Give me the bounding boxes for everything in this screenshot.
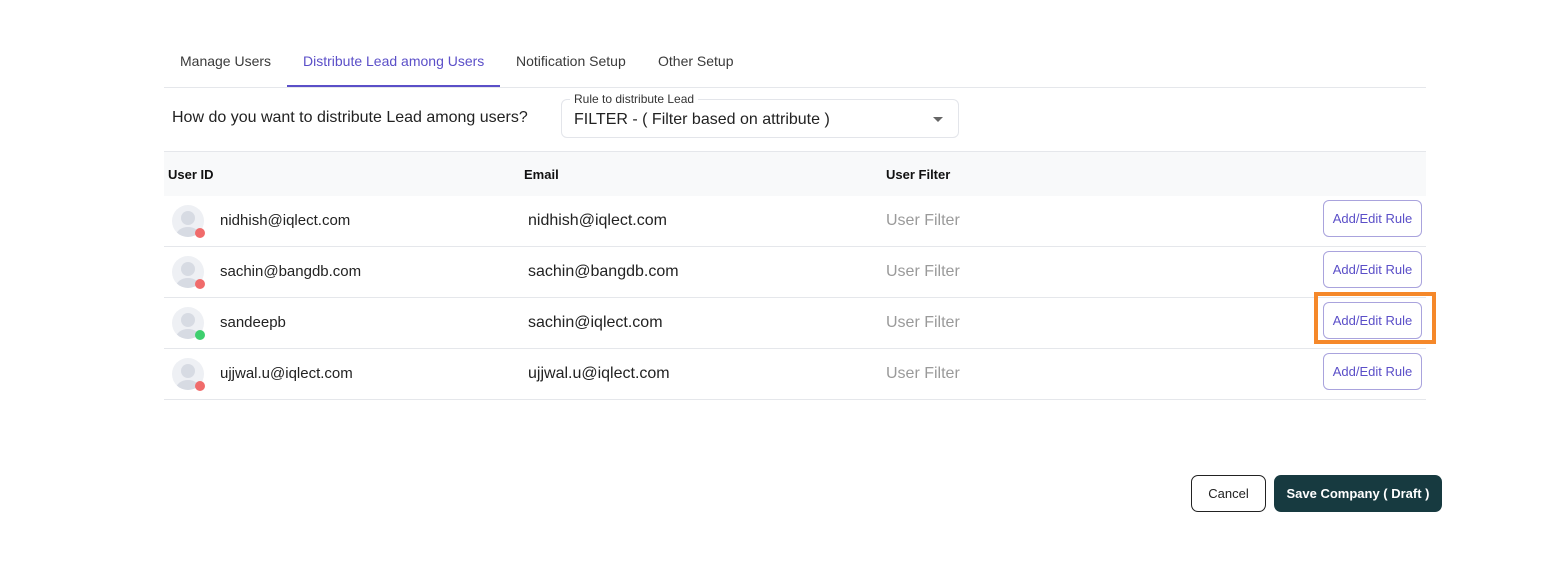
user-email: ujjwal.u@iqlect.com <box>528 365 670 382</box>
caret-down-icon[interactable] <box>933 117 943 122</box>
distribution-rule-select[interactable]: Rule to distribute Lead FILTER - ( Filte… <box>561 92 959 138</box>
table-row: sachin@bangdb.com sachin@bangdb.com User F… <box>164 247 1426 298</box>
user-filter-placeholder[interactable]: User Filter <box>886 314 960 332</box>
cancel-button[interactable]: Cancel <box>1191 475 1266 512</box>
tab-notification-setup[interactable]: Notification Setup <box>500 52 642 86</box>
user-filter-placeholder[interactable]: User Filter <box>886 365 960 383</box>
status-indicator <box>195 279 205 289</box>
header-email: Email <box>524 167 559 182</box>
user-id: ujjwal.u@iqlect.com <box>220 365 353 382</box>
users-table: User ID Email User Filter nidhish@iqlect… <box>164 151 1426 400</box>
table-row: nidhish@iqlect.com nidhish@iqlect.com User… <box>164 196 1426 247</box>
add-edit-rule-button[interactable]: Add/Edit Rule <box>1323 200 1422 237</box>
header-user-id: User ID <box>168 167 214 182</box>
tab-bar: Manage Users Distribute Lead among Users… <box>164 40 1426 88</box>
user-id: nidhish@iqlect.com <box>220 212 351 229</box>
add-edit-rule-button[interactable]: Add/Edit Rule <box>1323 302 1422 339</box>
user-email: sachin@iqlect.com <box>528 314 663 331</box>
status-indicator <box>195 381 205 391</box>
header-user-filter: User Filter <box>886 167 951 182</box>
save-company-draft-button[interactable]: Save Company ( Draft ) <box>1274 475 1442 512</box>
status-indicator <box>195 228 205 238</box>
tab-manage-users[interactable]: Manage Users <box>164 52 287 86</box>
user-email: sachin@bangdb.com <box>528 263 679 280</box>
add-edit-rule-button[interactable]: Add/Edit Rule <box>1323 353 1422 390</box>
tab-other-setup[interactable]: Other Setup <box>642 52 750 86</box>
add-edit-rule-button[interactable]: Add/Edit Rule <box>1323 251 1422 288</box>
user-filter-placeholder[interactable]: User Filter <box>886 212 960 230</box>
select-label: Rule to distribute Lead <box>570 92 699 106</box>
table-header: User ID Email User Filter <box>164 151 1426 196</box>
status-indicator <box>195 330 205 340</box>
user-filter-placeholder[interactable]: User Filter <box>886 263 960 281</box>
select-value: FILTER - ( Filter based on attribute ) <box>574 111 830 128</box>
tab-distribute-lead[interactable]: Distribute Lead among Users <box>287 52 501 87</box>
distribution-question: How do you want to distribute Lead among… <box>172 109 528 126</box>
table-row: sandeepb sachin@iqlect.com User Filter Add/… <box>164 298 1426 349</box>
table-row: ujjwal.u@iqlect.com ujjwal.u@iqlect.com Us… <box>164 349 1426 400</box>
user-id: sandeepb <box>220 314 286 331</box>
user-email: nidhish@iqlect.com <box>528 212 667 229</box>
user-id: sachin@bangdb.com <box>220 263 362 280</box>
